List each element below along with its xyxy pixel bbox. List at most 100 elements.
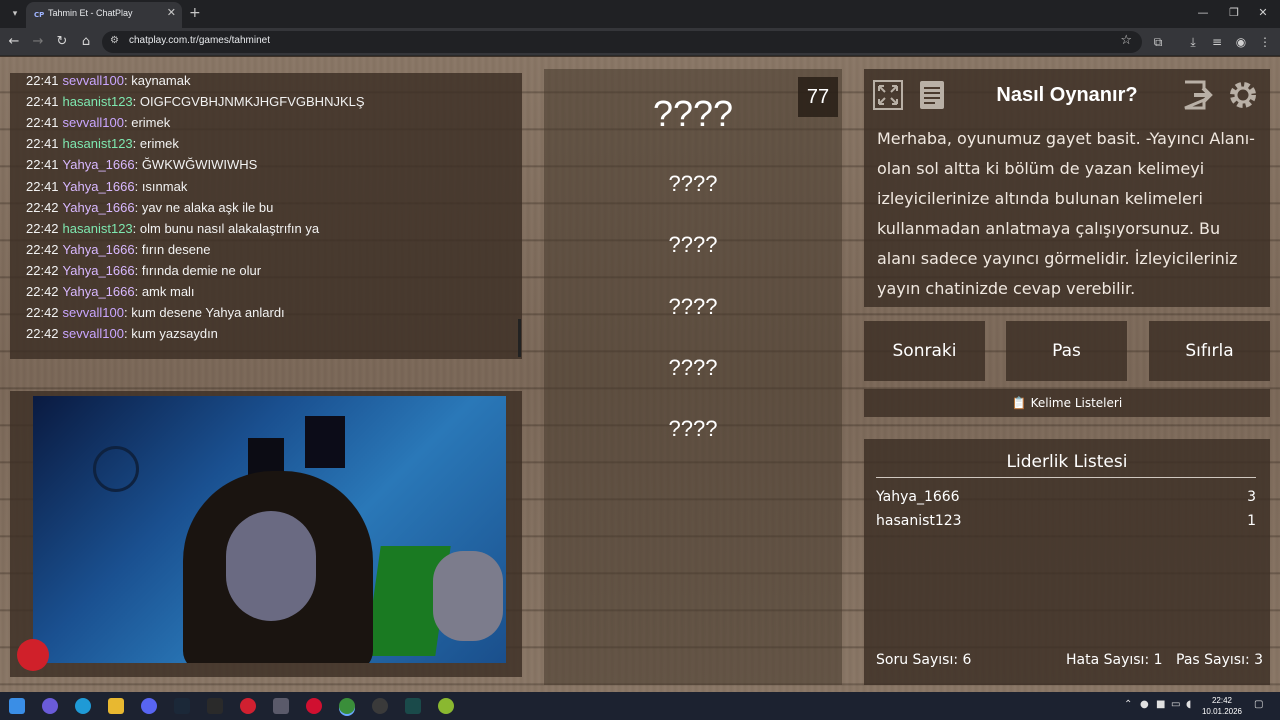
chat-text: : erimek — [132, 136, 179, 152]
chat-username[interactable]: Yahya_1666 — [63, 242, 135, 257]
windows-start-icon[interactable] — [9, 698, 25, 714]
browser-tab[interactable]: CP Tahmin Et - ChatPlay ✕ — [26, 2, 182, 28]
notifications-icon[interactable]: ▢ — [1254, 699, 1263, 710]
chat-username[interactable]: hasanist123 — [63, 94, 133, 109]
player-name: hasanist123 — [876, 513, 962, 529]
network-icon[interactable]: ▭ — [1171, 699, 1180, 710]
app-icon[interactable] — [273, 698, 289, 714]
wall-poster — [305, 416, 345, 468]
opera-icon[interactable] — [306, 698, 322, 714]
tab-close-icon[interactable]: ✕ — [167, 6, 176, 19]
bookmark-star-icon[interactable]: ☆ — [1120, 33, 1132, 48]
chat-time: 22:41 — [26, 157, 59, 173]
chat-scrollbar[interactable] — [518, 319, 521, 357]
webcam-video — [33, 396, 506, 663]
chat-username[interactable]: sevvall100 — [63, 326, 124, 341]
chat-text: : olm bunu nasıl alakalaştrıfın ya — [132, 220, 320, 236]
favicon-icon: CP — [34, 11, 45, 19]
download-icon[interactable]: ⤓ — [1185, 34, 1201, 50]
app-icon[interactable] — [240, 698, 256, 714]
chat-time: 22:42 — [26, 241, 59, 257]
copilot-icon[interactable] — [42, 698, 58, 714]
microphone-icon[interactable]: ● — [1140, 699, 1149, 710]
chat-username[interactable]: sevvall100 — [63, 305, 124, 320]
chat-text: : kum yazsaydın — [123, 326, 218, 342]
steam-icon[interactable] — [174, 698, 190, 714]
chat-username[interactable]: Yahya_1666 — [63, 179, 135, 194]
chat-username[interactable]: Yahya_1666 — [63, 200, 135, 215]
gear-icon[interactable] — [1226, 78, 1260, 112]
chat-message: 22:42 Yahya_1666: yav ne alaka aşk ile bu — [26, 200, 273, 215]
leaderboard-panel: Liderlik Listesi Yahya_1666 3 hasanist12… — [864, 439, 1270, 685]
word-panel: 77 ???? ???? ???? ???? ???? ???? — [544, 69, 842, 685]
forbidden-word: ???? — [668, 294, 718, 319]
home-icon[interactable]: ⌂ — [78, 34, 94, 50]
chat-time: 22:41 — [26, 115, 59, 131]
chat-time: 22:42 — [26, 262, 59, 278]
chat-username[interactable]: sevvall100 — [63, 73, 124, 88]
app-icon[interactable] — [405, 698, 421, 714]
site-info-icon[interactable]: ⚙ — [110, 35, 119, 46]
how-to-play-text: Merhaba, oyunumuz gayet basit. -Yayıncı … — [877, 129, 1255, 298]
clipboard-icon: 📋 — [1011, 396, 1027, 410]
chat-time: 22:42 — [26, 220, 59, 236]
epic-games-icon[interactable] — [207, 698, 223, 714]
chat-username[interactable]: hasanist123 — [63, 221, 133, 236]
chat-time: 22:41 — [26, 178, 59, 194]
chat-message: 22:41 sevvall100: kaynamak — [26, 73, 190, 88]
reload-icon[interactable]: ↻ — [54, 34, 70, 50]
tab-search-icon[interactable]: ▾ — [6, 5, 24, 23]
browser-toolbar: ← → ↻ ⌂ ⚙ chatplay.com.tr/games/tahminet… — [0, 28, 1280, 56]
chat-text: : ĞWKWĞWIWIWHS — [134, 157, 258, 173]
main-word: ???? — [652, 93, 734, 134]
tray-app-icon[interactable]: ■ — [1156, 699, 1165, 710]
reading-list-icon[interactable]: ≡ — [1209, 34, 1225, 50]
chat-text: : ısınmak — [134, 178, 188, 194]
extensions-icon[interactable]: ⧉ — [1150, 34, 1166, 50]
chat-username[interactable]: hasanist123 — [63, 136, 133, 151]
chat-message: 22:42 Yahya_1666: fırın desene — [26, 242, 210, 257]
pass-button[interactable]: Pas — [1006, 321, 1127, 381]
chat-username[interactable]: sevvall100 — [63, 115, 124, 130]
chat-message: 22:42 hasanist123: olm bunu nasıl alakala… — [26, 221, 319, 236]
file-explorer-icon[interactable] — [108, 698, 124, 714]
app-icon[interactable] — [438, 698, 454, 714]
window-close-icon[interactable]: ✕ — [1254, 6, 1272, 19]
minimize-icon[interactable]: — — [1194, 6, 1212, 19]
chrome-icon[interactable] — [339, 698, 355, 714]
chat-time: 22:41 — [26, 94, 59, 110]
profile-icon[interactable]: ◉ — [1233, 34, 1249, 50]
chat-message: 22:41 sevvall100: erimek — [26, 115, 170, 130]
address-bar[interactable]: ⚙ chatplay.com.tr/games/tahminet ☆ — [102, 31, 1142, 53]
chat-time: 22:42 — [26, 326, 59, 342]
next-button[interactable]: Sonraki — [864, 321, 985, 381]
word-lists-button[interactable]: 📋 Kelime Listeleri — [864, 389, 1270, 417]
menu-icon[interactable]: ⋮ — [1257, 34, 1273, 50]
record-icon[interactable] — [17, 639, 49, 671]
logout-icon[interactable] — [1182, 78, 1216, 112]
restore-icon[interactable]: ❐ — [1225, 6, 1243, 19]
system-clock[interactable]: 22:42 10.01.2026 — [1200, 695, 1244, 717]
divider — [876, 477, 1256, 478]
chat-message: 22:41 hasanist123: erimek — [26, 136, 179, 151]
discord-icon[interactable] — [141, 698, 157, 714]
chat-username[interactable]: Yahya_1666 — [63, 284, 135, 299]
chat-username[interactable]: Yahya_1666 — [63, 157, 135, 172]
clock-date: 10.01.2026 — [1201, 707, 1243, 716]
chat-text: : yav ne alaka aşk ile bu — [134, 199, 274, 215]
volume-icon[interactable]: ◖ — [1186, 699, 1191, 710]
chat-time: 22:41 — [26, 136, 59, 152]
new-tab-icon[interactable]: + — [189, 5, 201, 21]
forward-icon[interactable]: → — [30, 34, 46, 50]
chat-text: : amk malı — [134, 284, 195, 299]
tray-chevron-icon[interactable]: ⌃ — [1124, 699, 1132, 710]
reset-button[interactable]: Sıfırla — [1149, 321, 1270, 381]
chat-text: : kum desene Yahya anlardı — [123, 305, 285, 321]
forbidden-word: ???? — [668, 416, 718, 441]
edge-icon[interactable] — [75, 698, 91, 714]
back-icon[interactable]: ← — [6, 34, 22, 50]
player-score: 1 — [1247, 513, 1256, 529]
chat-username[interactable]: Yahya_1666 — [63, 263, 135, 278]
obs-icon[interactable] — [372, 698, 388, 714]
chat-panel: 22:41 sevvall100: kaynamak 22:41 hasanist12… — [10, 73, 522, 359]
